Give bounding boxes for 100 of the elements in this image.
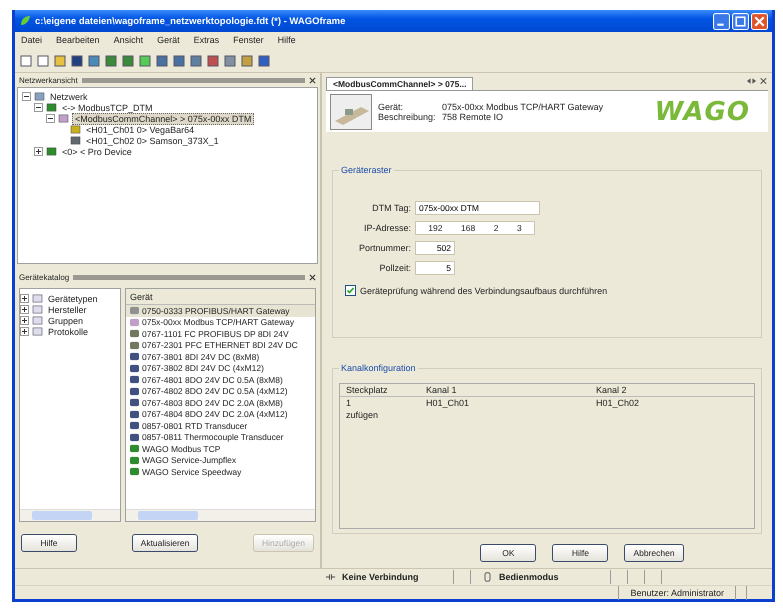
tree-item[interactable]: <-> ModbusTCP_DTM [60,102,155,112]
menu-item[interactable]: Ansicht [114,35,144,47]
editor-tab[interactable]: <ModbusCommChannel> > 075... [326,77,474,90]
panel-button[interactable]: Hilfe [21,534,77,552]
dialog-button[interactable]: Abbrechen [624,544,684,562]
field-value: 075x-00xx Modbus TCP/HART Gateway [442,102,604,112]
tree-item[interactable]: <H01_Ch01 0> VegaBar64 [84,124,196,134]
device-list-item[interactable]: 0857-0801 RTD Transducer [126,420,315,432]
column-header[interactable]: Steckplatz [340,384,420,396]
device-icon [129,306,140,316]
tree-item[interactable]: Protokolle [46,326,90,336]
table-cell: zufügen [346,410,378,420]
tree-item[interactable]: <H01_Ch02 0> Samson_373X_1 [84,136,221,146]
field-label: DTM Tag: [371,203,412,214]
device-list-item[interactable]: 0767-1101 FC PROFIBUS DP 8DI 24V [126,328,315,340]
close-icon[interactable] [309,274,316,280]
tab-controls-icon[interactable] [746,77,768,85]
expand-icon[interactable] [34,147,43,156]
group-title: Geräteraster [339,165,394,176]
input-field[interactable]: 5 [415,261,455,276]
toolbar-icon[interactable] [19,54,33,68]
toolbar-icon[interactable] [206,54,220,68]
collapse-icon[interactable] [46,114,55,123]
table-cell: 1 [346,398,352,408]
device-list-item[interactable]: 0767-3801 8DI 24V DC (8xM8) [126,351,315,362]
dialog-button[interactable]: Hilfe [552,544,608,562]
menu-item[interactable]: Extras [194,35,220,47]
device-icon [46,103,57,112]
toolbar-icon[interactable] [257,54,271,68]
folder-icon [32,327,43,336]
field-label: IP-Adresse: [362,223,412,234]
collapse-icon[interactable] [34,103,43,112]
minimize-icon[interactable] [713,12,730,30]
expand-icon[interactable] [20,294,29,303]
device-list-item[interactable]: 0857-0811 Thermocouple Transducer [126,432,315,443]
column-header[interactable]: Kanal 2 [590,384,754,396]
device-list-item[interactable]: 0767-4802 8DO 24V DC 0.5A (4xM12) [126,386,315,397]
ip-address-field[interactable]: 192 168 2 3 [415,221,535,236]
device-icon [129,410,140,419]
field-label: Pollzeit: [378,263,412,274]
device-list-item[interactable]: WAGO Service-Jumpflex [126,454,315,466]
toolbar-icon[interactable] [240,54,254,68]
device-icon [129,398,140,408]
lock-icon [482,572,493,582]
column-header[interactable]: Gerät [126,289,315,305]
device-list-item[interactable]: 0767-4801 8DO 24V DC 0.5A (8xM8) [126,374,315,386]
field-label: Beschreibung: [378,112,437,122]
tree-item[interactable]: Gruppen [46,316,86,326]
tree-item[interactable]: Netzwerk [48,92,90,102]
plug-icon [325,572,336,582]
tree-item[interactable]: <ModbusCommChannel> > 075x-00xx DTM [72,112,254,124]
device-list-item[interactable]: 075x-00xx Modbus TCP/HART Gateway [126,316,315,328]
tree-item[interactable]: Gerätetypen [46,294,100,304]
status-text: Benutzer: Administrator [629,588,725,598]
scrollbar[interactable] [126,509,315,521]
toolbar-icon[interactable] [223,54,237,68]
device-list-item[interactable]: 0767-4803 8DO 24V DC 2.0A (8xM8) [126,397,315,408]
device-list-item[interactable]: 0767-2301 PFC ETHERNET 8DI 24V DC [126,340,315,351]
device-icon [46,147,57,156]
folder-icon [32,316,43,325]
toolbar-icon[interactable] [36,54,50,68]
leaf-icon [19,15,31,27]
device-list-item[interactable]: 0767-3802 8DI 24V DC (4xM12) [126,362,315,374]
scrollbar[interactable] [20,509,120,521]
input-field[interactable]: 502 [415,241,455,256]
collapse-icon[interactable] [22,92,31,101]
toolbar-icon[interactable] [155,54,169,68]
expand-icon[interactable] [20,327,29,336]
device-list-item[interactable]: 0750-0333 PROFIBUS/HART Gateway [126,305,315,316]
maximize-icon[interactable] [732,12,749,30]
table-cell: H01_Ch02 [596,398,640,408]
expand-icon[interactable] [20,305,29,314]
device-list-item[interactable]: 0767-4804 8DO 24V DC 2.0A (4xM12) [126,408,315,420]
close-icon[interactable] [309,76,316,84]
toolbar-icon[interactable] [70,54,84,68]
toolbar-icon[interactable] [121,54,135,68]
panel-button[interactable]: Aktualisieren [132,534,198,552]
toolbar-icon[interactable] [189,54,203,68]
input-field[interactable]: 075x-00xx DTM [415,201,540,216]
menu-item[interactable]: Hilfe [278,35,296,47]
menu-item[interactable]: Fenster [233,35,264,47]
menu-item[interactable]: Datei [21,35,42,47]
toolbar-icon[interactable] [87,54,101,68]
device-icon [129,467,140,476]
toolbar-icon[interactable] [104,54,118,68]
dialog-button[interactable]: OK [480,544,536,562]
toolbar-icon[interactable] [53,54,67,68]
toolbar-icon[interactable] [172,54,186,68]
column-header[interactable]: Kanal 1 [420,384,590,396]
device-icon [70,136,81,145]
device-list-item[interactable]: WAGO Service Speedway [126,466,315,478]
tree-item[interactable]: <0> < Pro Device [60,146,134,156]
checkbox[interactable] [345,285,356,296]
tree-item[interactable]: Hersteller [46,304,89,314]
menu-item[interactable]: Bearbeiten [56,35,100,47]
group-title: Kanalkonfiguration [339,362,418,373]
device-list-item[interactable]: WAGO Modbus TCP [126,443,315,454]
menu-item[interactable]: Gerät [157,35,180,47]
toolbar-icon[interactable] [138,54,152,68]
expand-icon[interactable] [20,316,29,325]
